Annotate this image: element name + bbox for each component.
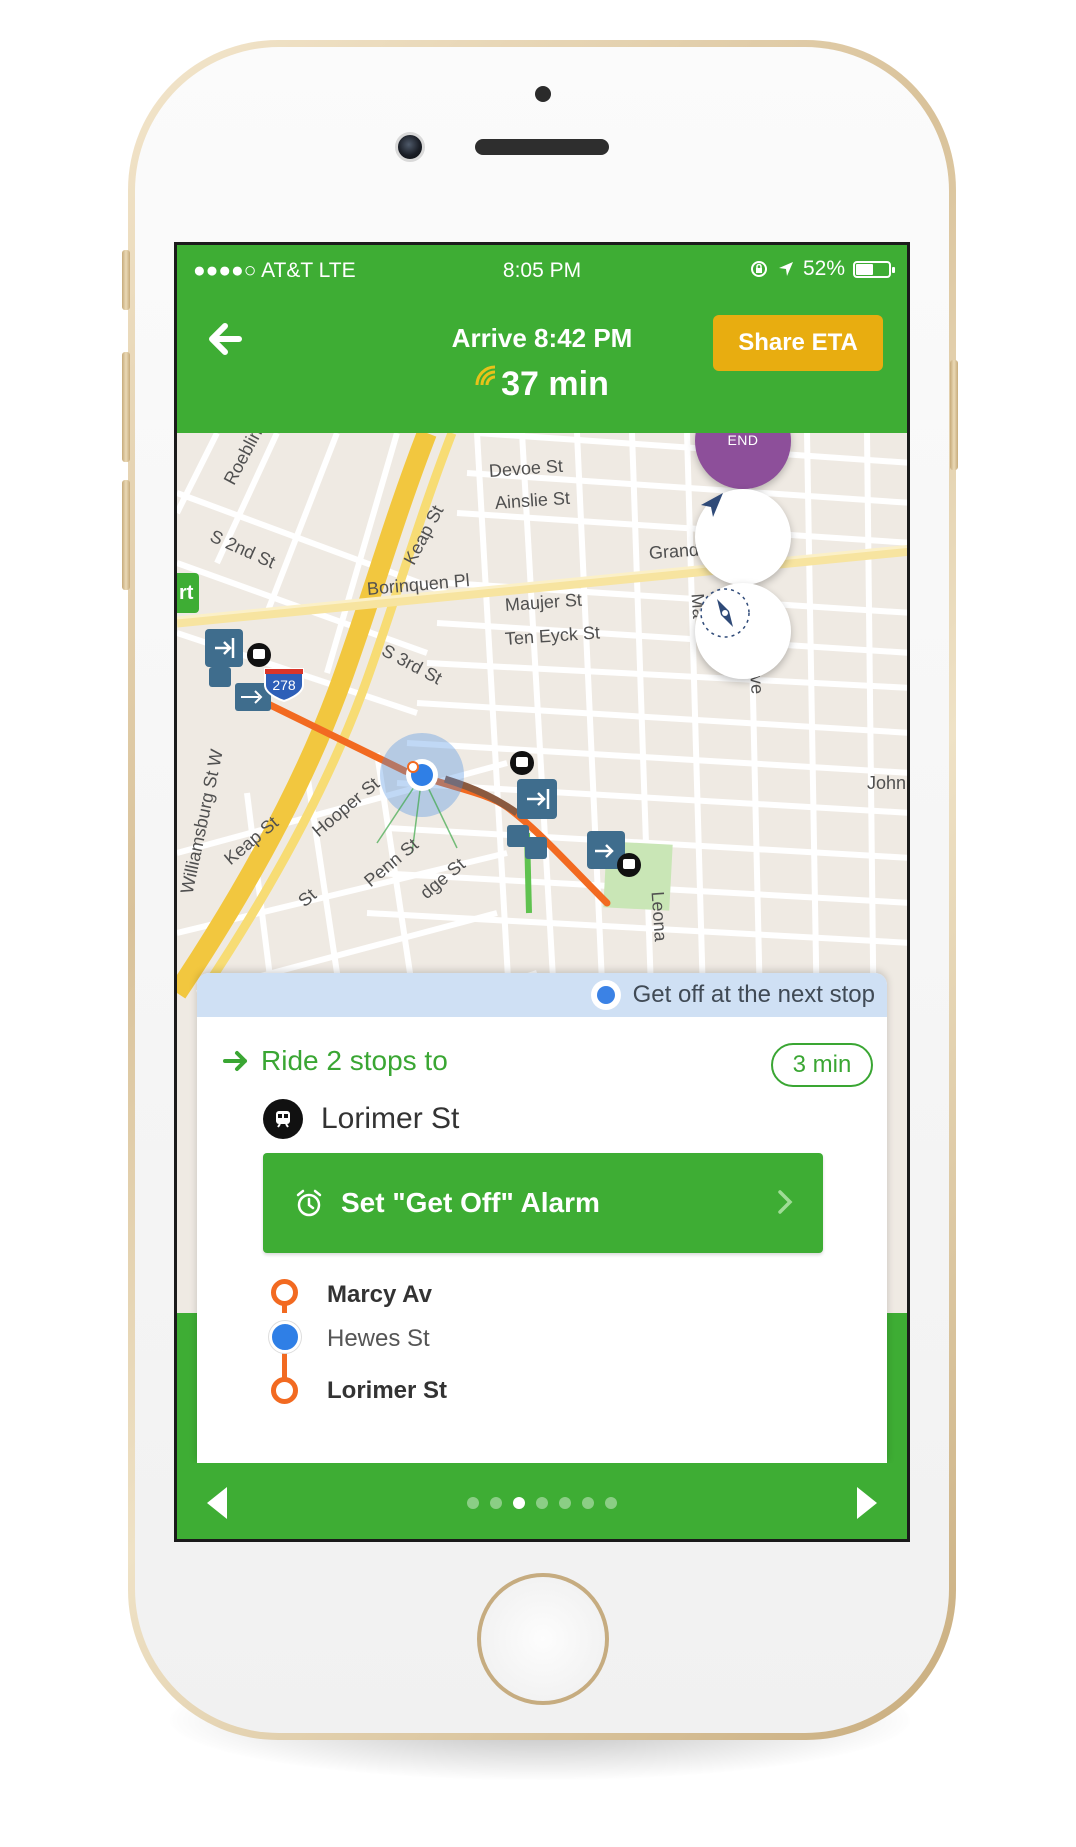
page-dot (582, 1497, 594, 1509)
stop-name-marcy: Marcy Av (327, 1281, 432, 1308)
recenter-button[interactable] (695, 489, 791, 585)
destination-station: Lorimer St (263, 1099, 459, 1139)
stop-name-hewes: Hewes St (327, 1325, 430, 1352)
destination-station-name: Lorimer St (321, 1102, 460, 1135)
offscreen-marker-label: rt (179, 582, 194, 604)
page-dot (467, 1497, 479, 1509)
proximity-sensor (535, 86, 551, 102)
set-get-off-alarm-button[interactable]: Set "Get Off" Alarm (263, 1153, 823, 1253)
volume-up-button (122, 352, 130, 462)
status-bar: ●●●●○ AT&T LTE 8:05 PM 52% (177, 245, 907, 293)
compass-icon (700, 588, 750, 638)
front-camera (395, 132, 425, 162)
interstate-shield-top (265, 669, 303, 674)
subway-icon (263, 1099, 303, 1139)
get-off-banner: Get off at the next stop (197, 973, 887, 1017)
current-location-dot-icon (590, 980, 621, 1010)
trip-header: Arrive 8:42 PM 37 min Share ETA (177, 293, 907, 433)
compass-button[interactable] (695, 583, 791, 679)
next-step-icon[interactable] (853, 1485, 881, 1521)
stop-marker-hewes-current (269, 1321, 301, 1353)
offscreen-marker[interactable]: rt (177, 573, 199, 613)
ride-instruction: Ride 2 stops to (223, 1039, 863, 1083)
eta-value: 37 min (501, 365, 609, 403)
status-right: 52% (749, 257, 895, 281)
stop-marker-lorimer (271, 1377, 298, 1404)
street-label-john: John (867, 773, 907, 793)
page-dot (536, 1497, 548, 1509)
alarm-button-label: Set "Get Off" Alarm (341, 1187, 600, 1218)
mute-switch (122, 250, 130, 310)
get-off-banner-text: Get off at the next stop (632, 981, 875, 1008)
battery-icon (853, 260, 895, 278)
page-dot (490, 1497, 502, 1509)
realtime-signal-icon (475, 365, 496, 386)
step-navigation-bar (177, 1463, 907, 1539)
app-screen: ●●●●○ AT&T LTE 8:05 PM 52% Arrive 8:42 P… (174, 242, 910, 1542)
volume-down-button (122, 480, 130, 590)
route-start-marker (407, 761, 419, 773)
stop-marker-marcy (271, 1279, 298, 1306)
ride-instruction-card[interactable]: Get off at the next stop Ride 2 stops to… (197, 973, 887, 1463)
location-arrow-icon (778, 262, 793, 276)
page-dot (559, 1497, 571, 1509)
ride-duration-badge: 3 min (771, 1043, 873, 1087)
stop-name-lorimer: Lorimer St (327, 1377, 448, 1404)
earpiece-speaker (475, 139, 609, 155)
interstate-number: 278 (272, 677, 296, 693)
ride-instruction-text: Ride 2 stops to (261, 1045, 448, 1076)
page-dot-active (513, 1497, 525, 1509)
battery-percent: 52% (802, 257, 845, 280)
step-page-indicator (177, 1497, 907, 1509)
chevron-right-icon (778, 1190, 793, 1214)
street-label-leonard: Leona (647, 890, 671, 943)
navigation-arrow-icon (701, 493, 723, 517)
alarm-clock-icon (296, 1189, 322, 1217)
power-button (950, 360, 958, 470)
end-trip-label: END (727, 433, 759, 448)
street-label-grand: Grand (648, 539, 700, 563)
rotation-lock-icon (750, 261, 767, 277)
page-dot (605, 1497, 617, 1509)
home-button[interactable] (477, 1573, 609, 1705)
stop-list: Marcy Av Hewes St Lorimer St (263, 1273, 823, 1463)
arrow-right-icon (223, 1051, 247, 1071)
share-eta-button[interactable]: Share ETA (713, 315, 883, 371)
